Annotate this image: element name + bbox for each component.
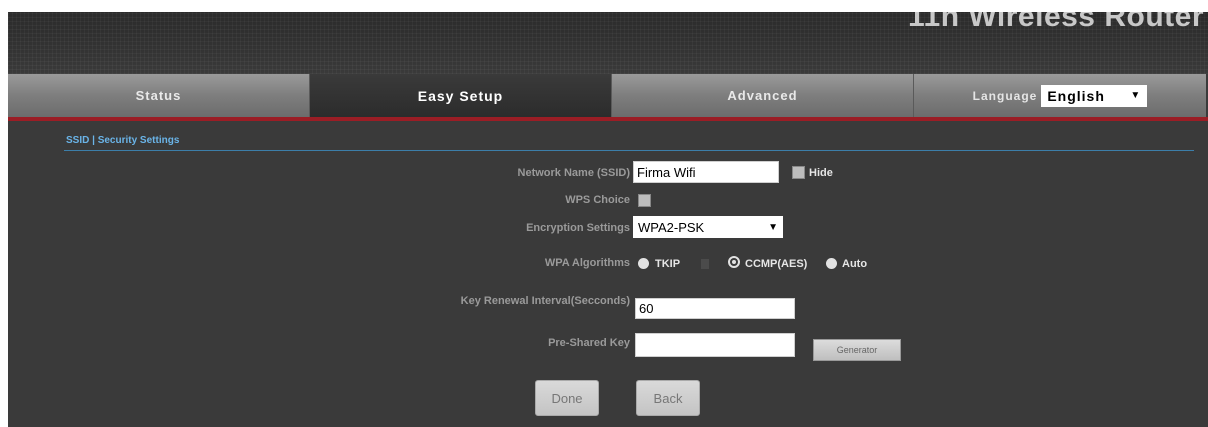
header-band: 11n Wireless Router xyxy=(8,12,1208,74)
wpa-algorithms-label: WPA Algorithms xyxy=(544,257,630,269)
tkip-label: TKIP xyxy=(655,258,681,270)
language-select[interactable]: English ▼ xyxy=(1041,84,1148,107)
radio-tkip[interactable] xyxy=(638,258,649,269)
chevron-down-icon: ▼ xyxy=(768,221,778,233)
router-page: 11n Wireless Router Status Easy Setup Ad… xyxy=(8,12,1208,427)
ssid-input[interactable]: Firma Wifi xyxy=(633,161,779,183)
language-label: Language xyxy=(972,88,1038,103)
section-title: SSID | Security Settings xyxy=(66,135,180,146)
tab-status[interactable]: Status xyxy=(8,74,310,117)
ssid-label: Network Name (SSID) xyxy=(517,167,630,179)
hide-label: Hide xyxy=(809,167,833,179)
wps-checkbox[interactable] xyxy=(638,194,651,207)
section-divider xyxy=(64,150,1194,151)
ccmp-label: CCMP(AES) xyxy=(745,258,808,270)
tab-advanced[interactable]: Advanced xyxy=(612,74,914,117)
generator-button[interactable]: Generator xyxy=(813,339,901,361)
encryption-select[interactable]: WPA2-PSK ▼ xyxy=(633,216,783,238)
wps-label: WPS Choice xyxy=(565,194,630,206)
hide-ssid-checkbox[interactable] xyxy=(792,166,805,179)
renewal-input[interactable]: 60 xyxy=(635,298,795,319)
radio-auto[interactable] xyxy=(826,258,837,269)
encryption-value: WPA2-PSK xyxy=(638,219,705,235)
back-button[interactable]: Back xyxy=(636,380,700,416)
encryption-label: Encryption Settings xyxy=(526,222,630,234)
main-nav: Status Easy Setup Advanced Language Engl… xyxy=(8,74,1208,121)
separator xyxy=(701,259,709,269)
radio-ccmp[interactable] xyxy=(728,256,740,268)
chevron-down-icon: ▼ xyxy=(1130,90,1142,101)
psk-input[interactable] xyxy=(635,333,795,357)
done-button[interactable]: Done xyxy=(535,380,599,416)
tab-easy-setup[interactable]: Easy Setup xyxy=(310,74,612,117)
renewal-label: Key Renewal Interval(Secconds) xyxy=(460,295,630,307)
psk-label: Pre-Shared Key xyxy=(548,337,630,349)
brand-title: 11n Wireless Router xyxy=(907,12,1204,33)
language-value: English xyxy=(1047,87,1105,104)
language-area: Language English ▼ xyxy=(914,74,1206,117)
auto-label: Auto xyxy=(842,258,868,270)
